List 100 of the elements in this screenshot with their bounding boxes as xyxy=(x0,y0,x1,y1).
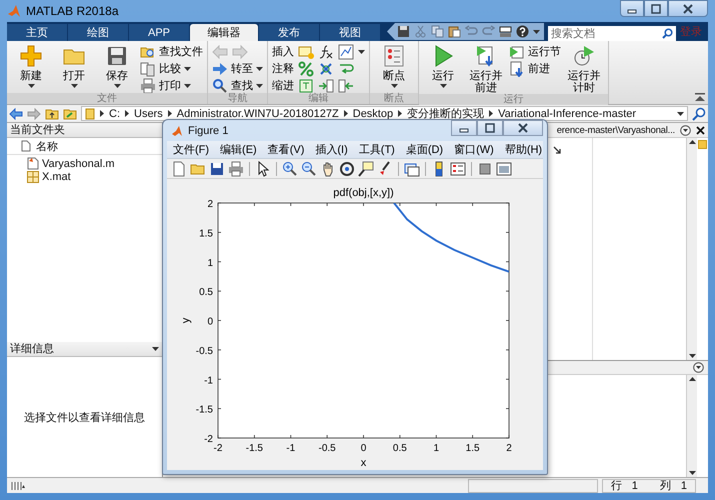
grid-file-icon xyxy=(27,170,39,182)
minimize-button[interactable] xyxy=(620,0,644,17)
save-icon[interactable] xyxy=(209,160,225,176)
ribbon-tab[interactable]: 绘图 xyxy=(68,24,128,41)
maximize-button[interactable] xyxy=(644,0,668,17)
indent-right-icon[interactable] xyxy=(318,78,334,94)
paste-icon[interactable] xyxy=(448,25,461,38)
circle-caret-icon[interactable] xyxy=(693,362,704,373)
maximize-button[interactable] xyxy=(477,120,503,136)
compare-button[interactable]: 比较 xyxy=(140,61,203,76)
search-icon[interactable] xyxy=(692,106,706,120)
caret-icon[interactable] xyxy=(677,112,684,116)
menu-item[interactable]: 插入(I) xyxy=(315,142,348,157)
menu-item[interactable]: 查看(V) xyxy=(268,142,304,157)
run-section-button[interactable]: 运行节 xyxy=(509,44,561,59)
find-files-button[interactable]: 查找文件 xyxy=(140,44,203,59)
link-icon[interactable] xyxy=(404,160,420,176)
grip-icon[interactable] xyxy=(11,480,25,490)
caret-icon[interactable] xyxy=(358,50,365,54)
new-button[interactable]: 新建 xyxy=(11,44,51,93)
caret-icon[interactable] xyxy=(533,30,540,34)
ribbon-tab[interactable]: 视图 xyxy=(320,24,380,41)
scrollbar[interactable] xyxy=(686,375,697,477)
square-icon[interactable] xyxy=(477,160,493,176)
close-button[interactable] xyxy=(503,120,543,136)
minimize-button[interactable] xyxy=(451,120,477,136)
indent-icon[interactable] xyxy=(298,78,314,94)
menu-item[interactable]: 桌面(D) xyxy=(406,142,444,157)
window-icon[interactable] xyxy=(496,160,512,176)
ribbon-tab[interactable]: 发布 xyxy=(259,24,319,41)
scroll-up-icon[interactable] xyxy=(688,377,696,381)
circle-caret-icon[interactable] xyxy=(680,124,691,136)
file-name[interactable]: X.mat xyxy=(42,170,71,182)
up-folder-icon[interactable] xyxy=(45,108,59,120)
ribbon-tab[interactable]: 主页 xyxy=(7,24,67,41)
ribbon-tab[interactable]: APP xyxy=(129,24,189,41)
printer-icon[interactable] xyxy=(228,160,244,176)
row-number: 1 xyxy=(632,480,638,492)
scrollbar[interactable] xyxy=(686,138,697,360)
rotate-icon[interactable] xyxy=(339,160,355,176)
path-segment[interactable]: Variational-Inference-master xyxy=(498,108,636,120)
breakpoints-button[interactable]: 断点 xyxy=(374,44,414,93)
menu-item[interactable]: 工具(T) xyxy=(358,142,395,157)
column-header[interactable]: 名称 xyxy=(36,138,58,154)
close-icon[interactable] xyxy=(696,126,705,134)
search-icon xyxy=(212,78,228,94)
search-icon[interactable] xyxy=(662,28,673,39)
menu-item[interactable]: 帮助(H) xyxy=(504,142,542,157)
tick-label: 0.5 xyxy=(392,443,407,454)
windows-icon[interactable] xyxy=(499,25,512,38)
tick-label: -1.5 xyxy=(246,443,263,454)
folder-icon xyxy=(85,108,95,120)
help-icon[interactable] xyxy=(516,25,529,38)
close-icon xyxy=(517,123,529,133)
function-icon[interactable] xyxy=(318,44,334,60)
run-and-time-button[interactable]: 运行并计时 xyxy=(564,44,604,94)
collapse-icon[interactable] xyxy=(695,93,705,101)
open-button[interactable]: 打开 xyxy=(54,44,94,93)
scroll-down-icon[interactable] xyxy=(688,354,696,358)
zoom-out-icon[interactable] xyxy=(301,160,317,176)
close-button[interactable] xyxy=(668,0,708,17)
path-segment[interactable]: 变分推断的实现 xyxy=(407,106,484,121)
compare-icon xyxy=(140,60,156,76)
menu-item[interactable]: 文件(F) xyxy=(173,142,210,157)
maximize-icon xyxy=(650,4,662,14)
legend-icon[interactable] xyxy=(450,160,466,176)
arrow-icon xyxy=(212,60,228,76)
search-field[interactable]: 搜索文档 xyxy=(548,26,676,41)
save-button[interactable]: 保存 xyxy=(97,44,137,93)
path-segment[interactable]: Users xyxy=(134,108,163,120)
chart-icon[interactable] xyxy=(338,44,354,60)
run-and-advance-button[interactable]: 运行并前进 xyxy=(466,44,506,94)
menu-item[interactable]: 编辑(E) xyxy=(220,142,257,157)
indent-button[interactable]: 缩进 xyxy=(272,78,294,93)
go-to-button[interactable]: 转至 xyxy=(212,61,263,76)
scroll-up-icon[interactable] xyxy=(688,140,696,144)
editor-tab[interactable]: erence-master\Varyashonal... xyxy=(556,124,675,136)
path-field[interactable]: C: Users Administrator.WIN7U-20180127Z Desktop 变分推断的实现 Variational-Inference-master xyxy=(81,106,688,121)
path-segment[interactable]: Administrator.WIN7U-20180127Z xyxy=(176,108,339,120)
data-cursor-icon[interactable] xyxy=(358,160,374,176)
dock-arrow-icon[interactable] xyxy=(553,146,562,154)
file-name[interactable]: Varyashonal.m xyxy=(42,158,115,170)
advance-button[interactable]: 前进 xyxy=(509,61,561,76)
comment-button[interactable]: 注释 xyxy=(272,61,294,76)
copy-icon[interactable] xyxy=(431,25,444,38)
document-arrow-icon xyxy=(509,60,525,76)
path-segment[interactable]: Desktop xyxy=(352,108,394,120)
path-segment[interactable]: C: xyxy=(109,108,120,120)
ribbon-tab[interactable]: 编辑器 xyxy=(190,24,258,41)
indent-left-icon[interactable] xyxy=(338,78,354,94)
menu-item[interactable]: 窗口(W) xyxy=(454,142,494,157)
back-arrow-icon[interactable] xyxy=(9,108,23,120)
save-icon[interactable] xyxy=(397,25,410,38)
run-button[interactable]: 运行 xyxy=(423,44,463,94)
axis-label: x xyxy=(360,457,366,467)
caret-icon[interactable] xyxy=(152,347,159,351)
find-button[interactable]: 查找 xyxy=(212,78,263,93)
insert-button[interactable]: 插入 xyxy=(272,44,294,59)
scroll-down-icon[interactable] xyxy=(688,471,696,475)
zoom-in-icon[interactable] xyxy=(282,160,298,176)
